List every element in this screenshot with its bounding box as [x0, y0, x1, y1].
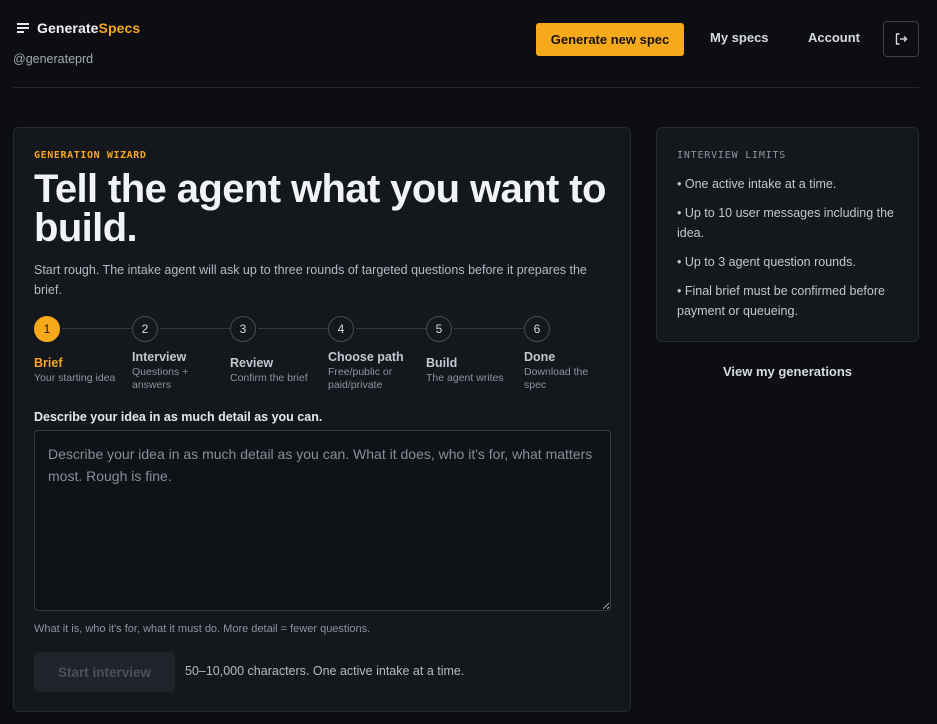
step-number: 5 — [426, 316, 452, 342]
menu-lines-icon — [17, 23, 29, 33]
step-choose-path: 4 Choose path Free/public or paid/privat… — [328, 316, 438, 392]
limits-title: INTERVIEW LIMITS — [677, 150, 787, 161]
limits-list: • One active intake at a time. • Up to 1… — [677, 174, 902, 330]
step-interview: 2 Interview Questions + answers — [132, 316, 242, 392]
step-desc: The agent writes — [426, 372, 504, 384]
logout-button[interactable] — [883, 21, 919, 57]
logout-icon — [895, 33, 908, 45]
header-divider — [13, 87, 919, 88]
list-item: • One active intake at a time. — [677, 177, 837, 191]
step-number: 4 — [328, 316, 354, 342]
idea-field-label: Describe your idea in as much detail as … — [34, 410, 323, 424]
user-handle: @generateprd — [13, 52, 94, 66]
wizard-subtitle: Start rough. The intake agent will ask u… — [34, 263, 587, 297]
step-desc: Questions + answers — [132, 366, 189, 391]
interview-limits-card: INTERVIEW LIMITS • One active intake at … — [656, 127, 919, 342]
step-name: Brief — [34, 356, 63, 370]
list-item: • Final brief must be confirmed before p… — [677, 284, 885, 318]
step-desc: Free/public or paid/private — [328, 366, 393, 391]
step-number: 1 — [34, 316, 60, 342]
generate-new-spec-button[interactable]: Generate new spec — [536, 23, 684, 56]
step-name: Build — [426, 356, 458, 370]
step-build: 5 Build The agent writes — [426, 316, 536, 385]
step-name: Interview — [132, 350, 187, 364]
brand-name-part1: Generate — [37, 20, 99, 36]
brand-logo[interactable]: GenerateSpecs — [17, 20, 140, 36]
character-limit-note: 50–10,000 characters. One active intake … — [185, 664, 465, 678]
step-number: 6 — [524, 316, 550, 342]
nav-account-link[interactable]: Account — [808, 30, 860, 45]
wizard-card: GENERATION WIZARD Tell the agent what yo… — [13, 127, 631, 712]
step-desc: Confirm the brief — [230, 372, 308, 384]
step-name: Choose path — [328, 350, 404, 364]
step-done: 6 Done Download the spec — [524, 316, 634, 392]
list-item: • Up to 3 agent question rounds. — [677, 255, 856, 269]
step-brief: 1 Brief Your starting idea — [34, 316, 144, 385]
brand-name: GenerateSpecs — [37, 20, 140, 36]
page-title: Tell the agent what you want to build. — [34, 167, 606, 250]
list-item: • Up to 10 user messages including the i… — [677, 206, 894, 240]
step-number: 2 — [132, 316, 158, 342]
nav-my-specs-link[interactable]: My specs — [710, 30, 769, 45]
step-review: 3 Review Confirm the brief — [230, 316, 340, 385]
wizard-eyebrow: GENERATION WIZARD — [34, 150, 147, 161]
step-name: Review — [230, 356, 274, 370]
step-number: 3 — [230, 316, 256, 342]
view-my-generations-link[interactable]: View my generations — [656, 364, 919, 379]
step-desc: Download the spec — [524, 366, 589, 391]
idea-helper-text: What it is, who it's for, what it must d… — [34, 623, 371, 635]
top-header: GenerateSpecs @generateprd Generate new … — [0, 0, 937, 88]
start-interview-button[interactable]: Start interview — [34, 652, 175, 692]
brand-name-part2: Specs — [98, 20, 141, 36]
step-name: Done — [524, 350, 556, 364]
step-desc: Your starting idea — [34, 372, 116, 384]
idea-input[interactable] — [34, 430, 611, 611]
